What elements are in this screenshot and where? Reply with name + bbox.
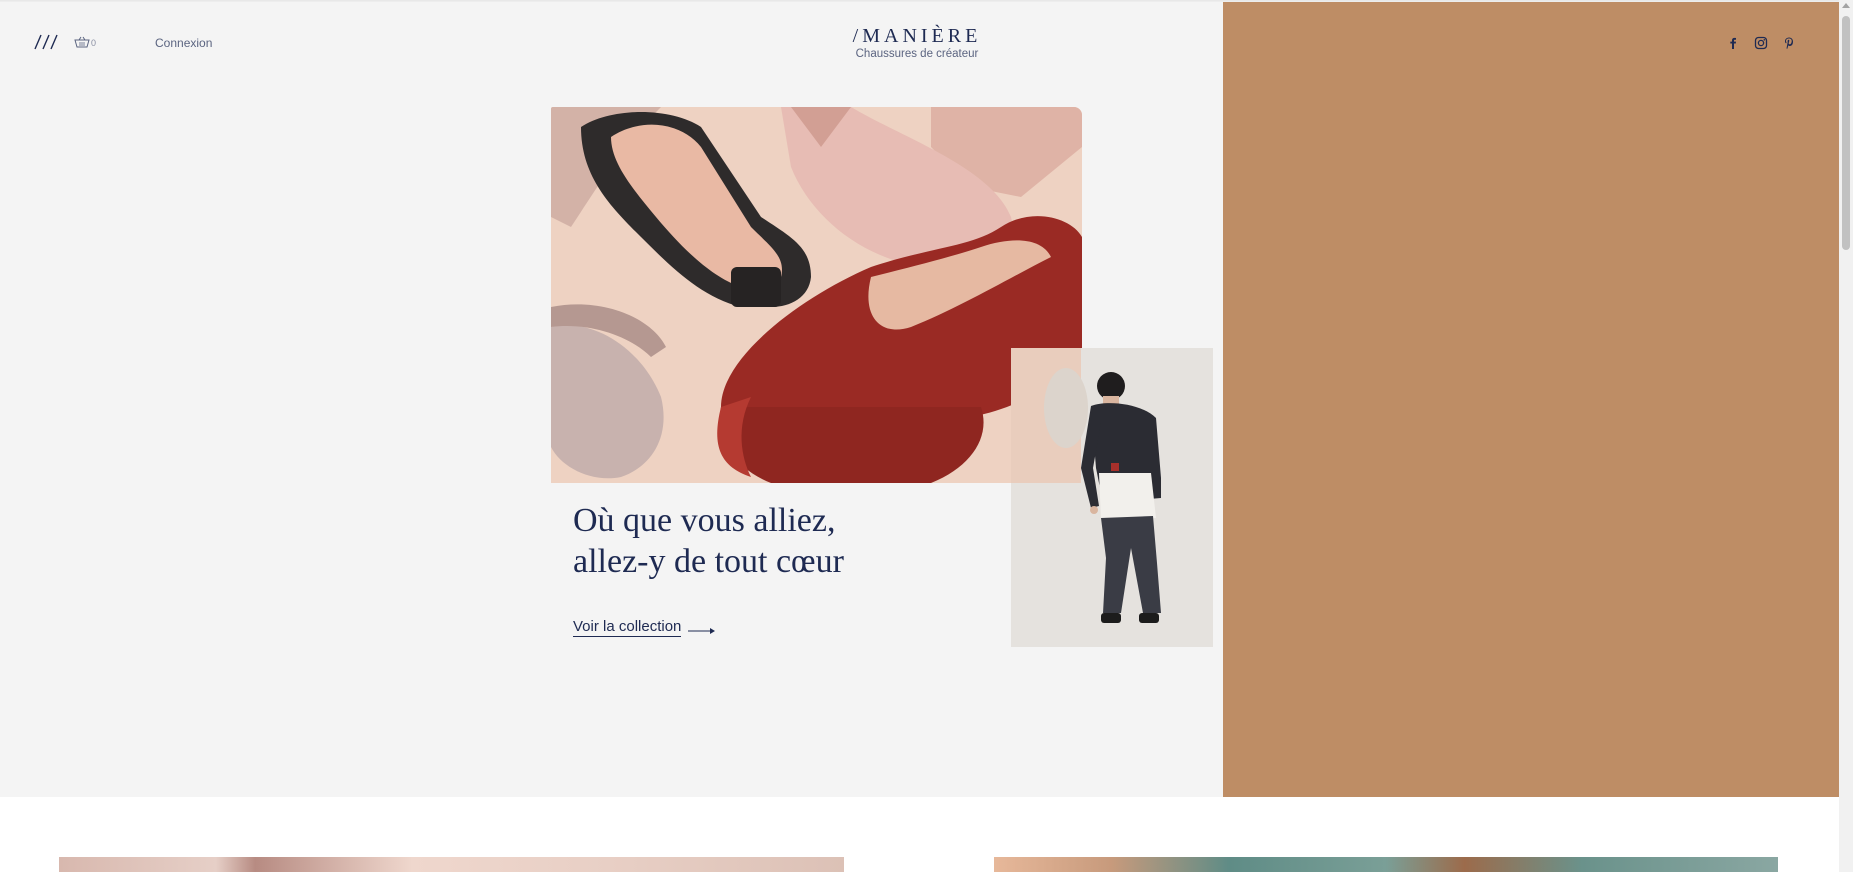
view-collection-link[interactable]: Voir la collection [573, 618, 716, 637]
cart-button[interactable]: 0 [74, 35, 96, 53]
instagram-icon[interactable] [1754, 36, 1768, 50]
hero-headline: Où que vous alliez, allez-y de tout cœur [573, 500, 973, 582]
arrow-right-icon [688, 623, 716, 634]
pinterest-icon[interactable] [1782, 36, 1796, 50]
logo[interactable]: /MANIÈRE Chaussures de créateur [850, 25, 984, 61]
headline-line-1: Où que vous alliez, [573, 502, 836, 539]
basket-icon [74, 35, 90, 53]
social-links [1726, 36, 1796, 50]
login-link[interactable]: Connexion [155, 36, 212, 50]
hero-model-image [1011, 348, 1213, 647]
logo-tagline: Chaussures de créateur [855, 48, 979, 60]
headline-line-2: allez-y de tout cœur [573, 543, 844, 580]
page-scrollbar[interactable] [1839, 0, 1853, 872]
cart-count: 0 [91, 38, 97, 48]
logo-name: /MANIÈRE [852, 25, 982, 47]
menu-icon[interactable] [33, 33, 59, 51]
cta-label: Voir la collection [573, 618, 682, 637]
scroll-thumb[interactable] [1842, 16, 1850, 250]
collection-image-2[interactable] [994, 857, 1778, 872]
hero-shoes-image [551, 107, 1082, 483]
collection-image-1[interactable] [59, 857, 844, 872]
scroll-up-arrow-icon[interactable] [1842, 3, 1850, 8]
accent-panel [1223, 2, 1839, 797]
facebook-icon[interactable] [1726, 36, 1740, 50]
